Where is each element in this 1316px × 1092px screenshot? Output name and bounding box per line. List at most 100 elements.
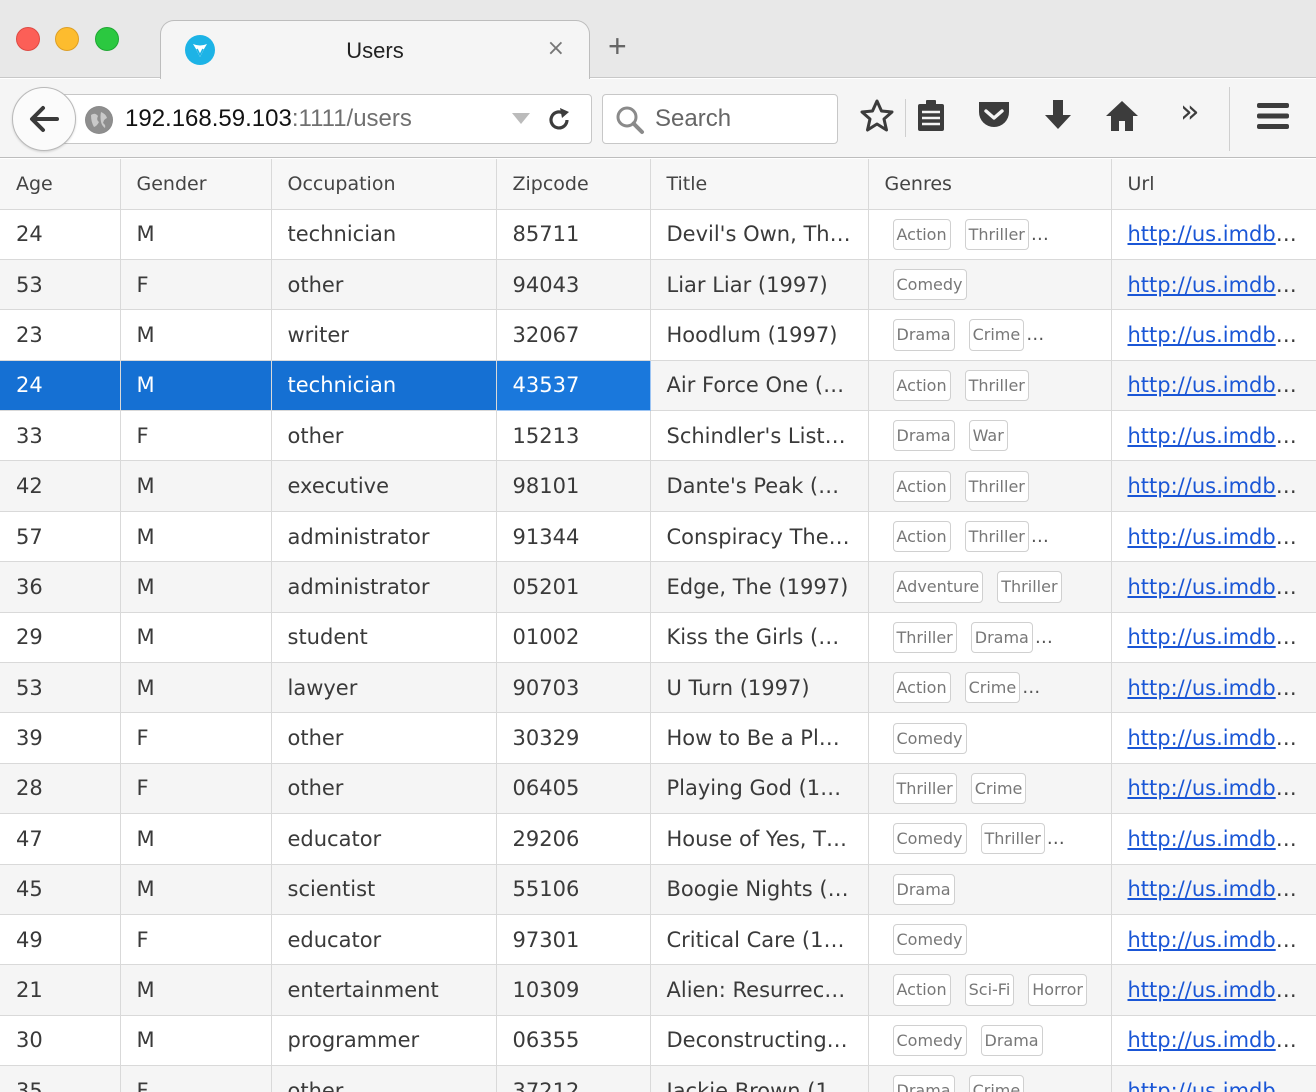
back-button[interactable]	[12, 87, 76, 151]
cell-title[interactable]: House of Yes, Th…	[650, 813, 869, 865]
tab-users[interactable]: Users ×	[160, 20, 590, 79]
cell-title[interactable]: U Turn (1997)	[650, 662, 869, 714]
search-input[interactable]: Search	[655, 105, 731, 133]
cell-age[interactable]: 24	[0, 360, 121, 412]
cell-occupation[interactable]: programmer	[271, 1015, 497, 1067]
table-row[interactable]: 24 Mtechnician 85711 Devil's Own, The (… Act…	[0, 209, 1316, 260]
search-bar[interactable]: Search	[602, 94, 838, 144]
table-row[interactable]: 53 Mlawyer 90703 U Turn (1997) Action Crime… h…	[0, 662, 1316, 714]
column-header-gender[interactable]: Gender	[120, 159, 272, 210]
cell-genres[interactable]: Comedy	[868, 914, 1112, 966]
download-icon[interactable]	[1041, 98, 1075, 134]
cell-title[interactable]: Liar Liar (1997)	[650, 259, 869, 311]
table-row[interactable]: 29 Mstudent 01002 Kiss the Girls (19… Thrill…	[0, 612, 1316, 664]
imdb-link[interactable]: http://us.imdb.c…	[1128, 676, 1315, 700]
cell-age[interactable]: 30	[0, 1015, 121, 1067]
table-row[interactable]: 53 Fother 94043 Liar Liar (1997) Comedy http:…	[0, 259, 1316, 311]
cell-age[interactable]: 42	[0, 460, 121, 512]
cell-gender[interactable]: F	[120, 1065, 272, 1092]
cell-zipcode[interactable]: 32067	[496, 309, 651, 361]
cell-genres[interactable]: Thriller Crime	[868, 763, 1112, 815]
table-row[interactable]: 45 Mscientist 55106 Boogie Nights (19… Drama…	[0, 864, 1316, 915]
cell-gender[interactable]: F	[120, 763, 272, 815]
cell-genres[interactable]: Comedy	[868, 712, 1112, 764]
cell-age[interactable]: 28	[0, 763, 121, 815]
cell-occupation[interactable]: entertainment	[271, 964, 497, 1016]
cell-occupation[interactable]: executive	[271, 460, 497, 512]
table-row[interactable]: 23 Mwriter 32067 Hoodlum (1997) Drama Crime… h…	[0, 309, 1316, 361]
column-header-occupation[interactable]: Occupation	[271, 159, 497, 210]
cell-title[interactable]: Conspiracy Theor…	[650, 511, 869, 563]
cell-occupation[interactable]: technician	[271, 209, 497, 260]
table-row[interactable]: 21 Mentertainment 10309 Alien: Resurrectio……	[0, 964, 1316, 1016]
table-row[interactable]: 33 Fother 15213 Schindler's List (1… Drama Wa…	[0, 410, 1316, 462]
cell-title[interactable]: Air Force One (19…	[650, 360, 869, 412]
cell-zipcode[interactable]: 06355	[496, 1015, 651, 1067]
cell-occupation[interactable]: scientist	[271, 864, 497, 915]
table-row[interactable]: 57 Madministrator 91344 Conspiracy Theor… Ac…	[0, 511, 1316, 563]
cell-gender[interactable]: M	[120, 511, 272, 563]
reading-list-icon[interactable]	[915, 98, 947, 134]
cell-occupation[interactable]: other	[271, 259, 497, 311]
imdb-link[interactable]: http://us.imdb.c…	[1128, 525, 1315, 549]
table-row[interactable]: 39 Fother 30329 How to Be a Play… Comedy http…	[0, 712, 1316, 764]
imdb-link[interactable]: http://us.imdb.c…	[1128, 323, 1315, 347]
cell-zipcode[interactable]: 01002	[496, 612, 651, 664]
imdb-link[interactable]: http://us.imdb.c…	[1128, 978, 1315, 1002]
reload-icon[interactable]	[545, 106, 573, 134]
cell-title[interactable]: Hoodlum (1997)	[650, 309, 869, 361]
cell-zipcode[interactable]: 30329	[496, 712, 651, 764]
cell-genres[interactable]: Action Thriller	[868, 360, 1112, 412]
cell-age[interactable]: 39	[0, 712, 121, 764]
table-row[interactable]: 36 Madministrator 05201 Edge, The (1997) Adv…	[0, 561, 1316, 613]
imdb-link[interactable]: http://us.imdb.c…	[1128, 575, 1315, 599]
cell-age[interactable]: 57	[0, 511, 121, 563]
cell-occupation[interactable]: administrator	[271, 511, 497, 563]
cell-title[interactable]: Devil's Own, The (…	[650, 209, 869, 260]
cell-age[interactable]: 23	[0, 309, 121, 361]
cell-zipcode[interactable]: 10309	[496, 964, 651, 1016]
cell-zipcode[interactable]: 43537	[495, 359, 651, 412]
cell-title[interactable]: Schindler's List (1…	[650, 410, 869, 462]
table-row[interactable]: 35 Fother 37212 Jackie Brown (199… Drama Crim…	[0, 1065, 1316, 1092]
cell-occupation[interactable]: other	[271, 763, 497, 815]
cell-age[interactable]: 53	[0, 259, 121, 311]
cell-gender[interactable]: M	[120, 813, 272, 865]
cell-age[interactable]: 29	[0, 612, 121, 664]
cell-gender[interactable]: M	[120, 1015, 272, 1067]
cell-genres[interactable]: Action Thriller	[868, 460, 1112, 512]
cell-gender[interactable]: M	[120, 662, 272, 714]
cell-title[interactable]: Kiss the Girls (19…	[650, 612, 869, 664]
cell-occupation[interactable]: student	[271, 612, 497, 664]
imdb-link[interactable]: http://us.imdb.c…	[1128, 726, 1315, 750]
cell-zipcode[interactable]: 05201	[496, 561, 651, 613]
cell-age[interactable]: 24	[0, 209, 121, 260]
imdb-link[interactable]: http://us.imdb.c…	[1128, 928, 1315, 952]
cell-gender[interactable]: M	[120, 612, 272, 664]
cell-zipcode[interactable]: 91344	[496, 511, 651, 563]
cell-gender[interactable]: M	[120, 561, 272, 613]
cell-age[interactable]: 47	[0, 813, 121, 865]
table-row[interactable]: 47 Meducator 29206 House of Yes, Th… Comedy T…	[0, 813, 1316, 865]
cell-age[interactable]: 53	[0, 662, 121, 714]
cell-gender[interactable]: M	[120, 360, 272, 412]
cell-genres[interactable]: Adventure Thriller	[868, 561, 1112, 613]
cell-age[interactable]: 49	[0, 914, 121, 966]
cell-zipcode[interactable]: 37212	[496, 1065, 651, 1092]
cell-occupation[interactable]: educator	[271, 914, 497, 966]
cell-zipcode[interactable]: 85711	[496, 209, 651, 260]
imdb-link[interactable]: http://us.imdb.c…	[1128, 827, 1315, 851]
home-icon[interactable]	[1104, 98, 1140, 134]
cell-age[interactable]: 21	[0, 964, 121, 1016]
imdb-link[interactable]: http://us.imdb.c…	[1128, 877, 1315, 901]
cell-occupation[interactable]: lawyer	[271, 662, 497, 714]
cell-title[interactable]: Critical Care (1997)	[650, 914, 869, 966]
cell-age[interactable]: 33	[0, 410, 121, 462]
cell-occupation[interactable]: educator	[271, 813, 497, 865]
cell-genres[interactable]: Action Sci-Fi Horror	[868, 964, 1112, 1016]
cell-title[interactable]: Boogie Nights (19…	[650, 864, 869, 915]
cell-age[interactable]: 35	[0, 1065, 121, 1092]
cell-title[interactable]: Playing God (1997)	[650, 763, 869, 815]
table-row[interactable]: 42 Mexecutive 98101 Dante's Peak (19… Action…	[0, 460, 1316, 512]
url-text[interactable]: 192.168.59.103:1111/users	[125, 105, 412, 133]
